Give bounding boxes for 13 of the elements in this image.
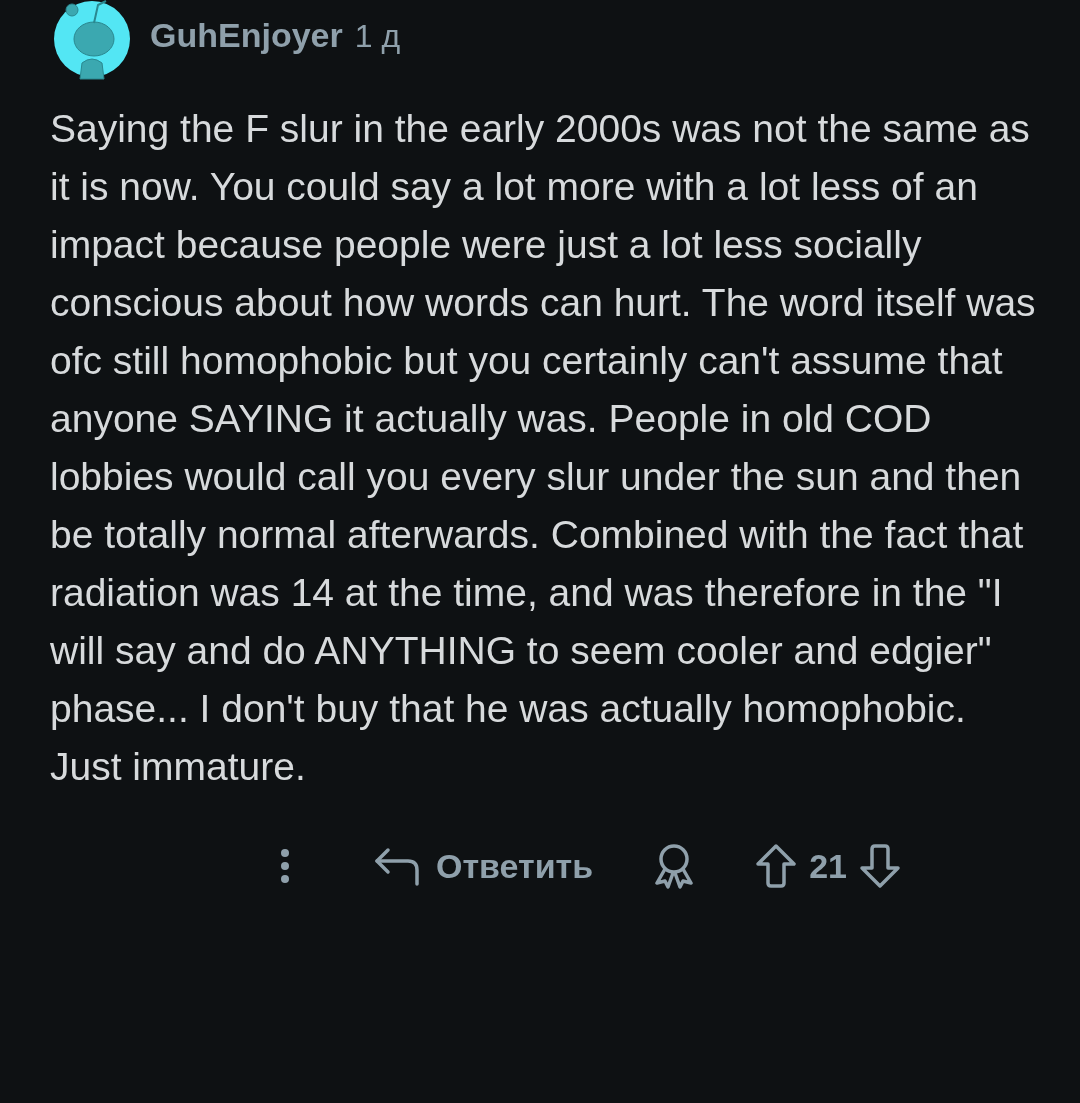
username[interactable]: GuhEnjoyer <box>150 9 343 61</box>
upvote-icon <box>755 843 798 889</box>
more-icon <box>280 848 290 884</box>
vote-count: 21 <box>809 845 847 887</box>
reply-icon <box>374 846 420 886</box>
timestamp: 1 д <box>354 16 401 56</box>
comment-text: Saying the F slur in the early 2000s was not the same as it is now. You could say a lot more with a lot less of an impact because people were just a lot less socially conscious about how words can hurt. The word itself was ofc still homophobic but you certainly can't assume that anyone SAYING it actually was. People in old COD lobbies would call you every slur under the sun and then be totally normal afterwards. Combined with the fact that radiation was 14 at the time, and was therefore in the "I will say and do ANYTHING to seem cooler and edgier" phase... I don't buy that he was actually homophobic. Just immature. <box>50 106 1037 790</box>
upvote-button[interactable] <box>755 843 798 889</box>
award-icon <box>653 843 696 889</box>
reply-button[interactable]: Ответить <box>374 840 594 892</box>
downvote-button[interactable] <box>858 843 901 889</box>
award-button[interactable] <box>653 843 696 889</box>
downvote-icon <box>858 843 901 889</box>
